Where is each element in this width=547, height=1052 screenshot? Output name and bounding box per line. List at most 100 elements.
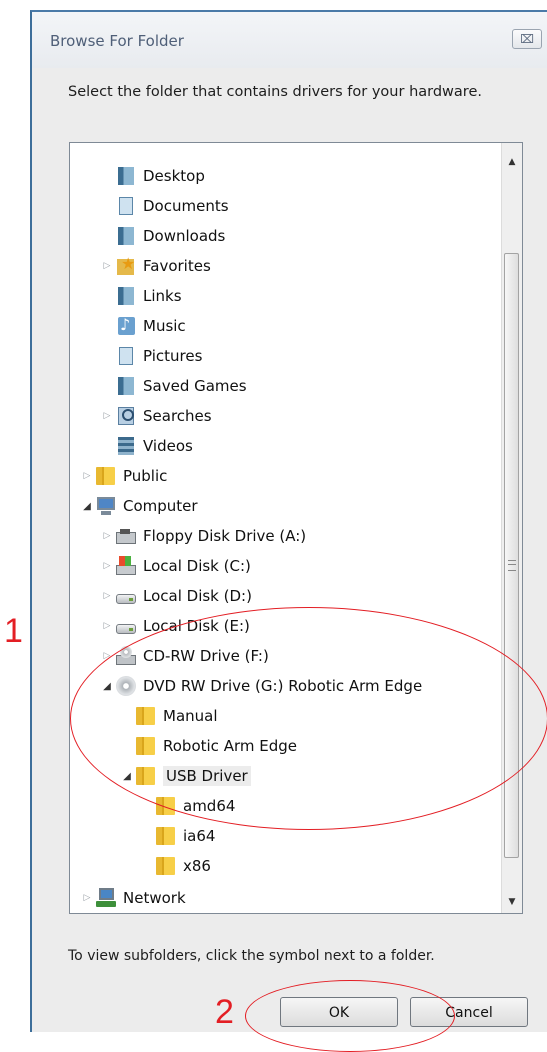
- tree-item-local-disk-e[interactable]: ▷ Local Disk (E:): [100, 611, 250, 641]
- scroll-thumb[interactable]: [504, 253, 519, 858]
- tree-item-label: Music: [143, 317, 186, 335]
- cd-drive-icon: [116, 646, 136, 666]
- callout-number-1: 1: [4, 612, 23, 650]
- tree-item-pictures[interactable]: ▷ Pictures: [100, 341, 202, 371]
- tree-item-public[interactable]: ▷ Public: [80, 461, 167, 491]
- tree-item-label: DVD RW Drive (G:) Robotic Arm Edge: [143, 677, 423, 695]
- library-icon: [116, 376, 136, 396]
- expand-arrow-icon[interactable]: ▷: [100, 259, 114, 273]
- documents-icon: [116, 196, 136, 216]
- close-button[interactable]: ⌧: [512, 29, 542, 49]
- expand-arrow-icon[interactable]: ▷: [100, 589, 114, 603]
- tree-item-cd-rw-drive[interactable]: ▷ CD-RW Drive (F:): [100, 641, 269, 671]
- tree-item-label: Public: [123, 467, 168, 485]
- tree-item-local-disk-d[interactable]: ▷ Local Disk (D:): [100, 581, 252, 611]
- tree-item-floppy-drive[interactable]: ▷ Floppy Disk Drive (A:): [100, 521, 307, 551]
- documents-icon: [116, 346, 136, 366]
- collapse-arrow-icon[interactable]: ◢: [80, 499, 94, 513]
- tree-item-x86[interactable]: ▷ x86: [140, 851, 211, 881]
- expand-arrow-icon[interactable]: ▷: [80, 469, 94, 483]
- grip-icon: [508, 560, 516, 571]
- tree-item-label: USB Driver: [163, 766, 251, 786]
- tree-item-label: Saved Games: [143, 377, 247, 395]
- tree-item-label: Documents: [143, 197, 229, 215]
- tree-item-downloads[interactable]: ▷ Downloads: [100, 221, 225, 251]
- folder-tree[interactable]: ▷ Desktop ▷ Documents ▷ Downloads ▷ Favo…: [69, 142, 523, 914]
- search-folder-icon: [116, 406, 136, 426]
- tree-item-label: Searches: [143, 407, 212, 425]
- tree-item-videos[interactable]: ▷ Videos: [100, 431, 193, 461]
- tree-item-amd64[interactable]: ▷ amd64: [140, 791, 235, 821]
- tree-item-links[interactable]: ▷ Links: [100, 281, 182, 311]
- dvd-drive-icon: [116, 676, 136, 696]
- expand-arrow-icon[interactable]: ▷: [80, 891, 94, 905]
- tree-item-usb-driver[interactable]: ◢ USB Driver: [120, 761, 251, 791]
- favorites-icon: [116, 254, 136, 276]
- tree-item-label: Local Disk (E:): [143, 617, 250, 635]
- tree-item-label: Robotic Arm Edge: [163, 737, 297, 755]
- collapse-arrow-icon[interactable]: ◢: [100, 679, 114, 693]
- tree-item-label: Favorites: [143, 257, 211, 275]
- tree-item-label: Floppy Disk Drive (A:): [143, 527, 307, 545]
- tree-item-desktop[interactable]: ▷ Desktop: [100, 161, 205, 191]
- expand-arrow-icon[interactable]: ▷: [100, 409, 114, 423]
- close-icon: ⌧: [520, 32, 534, 46]
- tree-item-label: CD-RW Drive (F:): [143, 647, 269, 665]
- tree-item-robotic-arm-edge[interactable]: ▷ Robotic Arm Edge: [120, 731, 297, 761]
- cancel-button[interactable]: Cancel: [410, 997, 528, 1027]
- ok-button[interactable]: OK: [280, 997, 398, 1027]
- tree-item-saved-games[interactable]: ▷ Saved Games: [100, 371, 247, 401]
- vertical-scrollbar[interactable]: ▲ ▼: [501, 143, 522, 913]
- folder-icon: [136, 706, 156, 726]
- tree-item-label: Videos: [143, 437, 193, 455]
- tree-item-label: Desktop: [143, 167, 205, 185]
- dialog-title: Browse For Folder: [50, 32, 184, 50]
- library-icon: [116, 226, 136, 246]
- tree-item-label: Downloads: [143, 227, 226, 245]
- video-icon: [116, 436, 136, 456]
- music-icon: [116, 315, 136, 336]
- tree-item-documents[interactable]: ▷ Documents: [100, 191, 229, 221]
- expand-arrow-icon[interactable]: ▷: [100, 619, 114, 633]
- browse-for-folder-dialog: Browse For Folder ⌧ Select the folder th…: [30, 10, 547, 1032]
- title-bar: Browse For Folder ⌧: [32, 12, 547, 68]
- tree-item-music[interactable]: ▷ Music: [100, 311, 186, 341]
- tree-item-computer[interactable]: ◢ Computer: [80, 491, 198, 521]
- hard-disk-icon: [116, 616, 136, 636]
- hint-text: To view subfolders, click the symbol nex…: [68, 948, 435, 964]
- tree-item-label: Local Disk (C:): [143, 557, 251, 575]
- collapse-arrow-icon[interactable]: ◢: [120, 769, 134, 783]
- tree-item-label: amd64: [183, 797, 236, 815]
- tree-item-label: Network: [123, 889, 186, 907]
- folder-icon: [156, 856, 176, 876]
- scroll-up-icon[interactable]: ▲: [502, 153, 522, 171]
- tree-item-label: Local Disk (D:): [143, 587, 252, 605]
- tree-item-searches[interactable]: ▷ Searches: [100, 401, 212, 431]
- folder-icon: [136, 766, 156, 786]
- folder-icon: [136, 736, 156, 756]
- tree-item-favorites[interactable]: ▷ Favorites: [100, 251, 211, 281]
- expand-arrow-icon[interactable]: ▷: [100, 649, 114, 663]
- computer-icon: [96, 496, 116, 516]
- tree-item-label: Computer: [123, 497, 198, 515]
- scroll-down-icon[interactable]: ▼: [502, 893, 522, 911]
- expand-arrow-icon[interactable]: ▷: [100, 529, 114, 543]
- tree-item-label: x86: [183, 857, 211, 875]
- tree-item-dvd-rw-drive[interactable]: ◢ DVD RW Drive (G:) Robotic Arm Edge: [100, 671, 422, 701]
- tree-item-label: Pictures: [143, 347, 203, 365]
- tree-item-label: ia64: [183, 827, 216, 845]
- folder-icon: [156, 796, 176, 816]
- system-drive-icon: [116, 556, 136, 576]
- folder-icon: [96, 466, 116, 486]
- tree-item-ia64[interactable]: ▷ ia64: [140, 821, 215, 851]
- tree-item-local-disk-c[interactable]: ▷ Local Disk (C:): [100, 551, 251, 581]
- floppy-drive-icon: [116, 526, 136, 546]
- tree-item-label: Links: [143, 287, 182, 305]
- tree-item-manual[interactable]: ▷ Manual: [120, 701, 218, 731]
- expand-arrow-icon[interactable]: ▷: [100, 559, 114, 573]
- tree-item-network[interactable]: ▷ Network: [80, 883, 186, 913]
- tree-item-label: Manual: [163, 707, 218, 725]
- network-icon: [96, 888, 116, 908]
- library-icon: [116, 166, 136, 186]
- hard-disk-icon: [116, 586, 136, 606]
